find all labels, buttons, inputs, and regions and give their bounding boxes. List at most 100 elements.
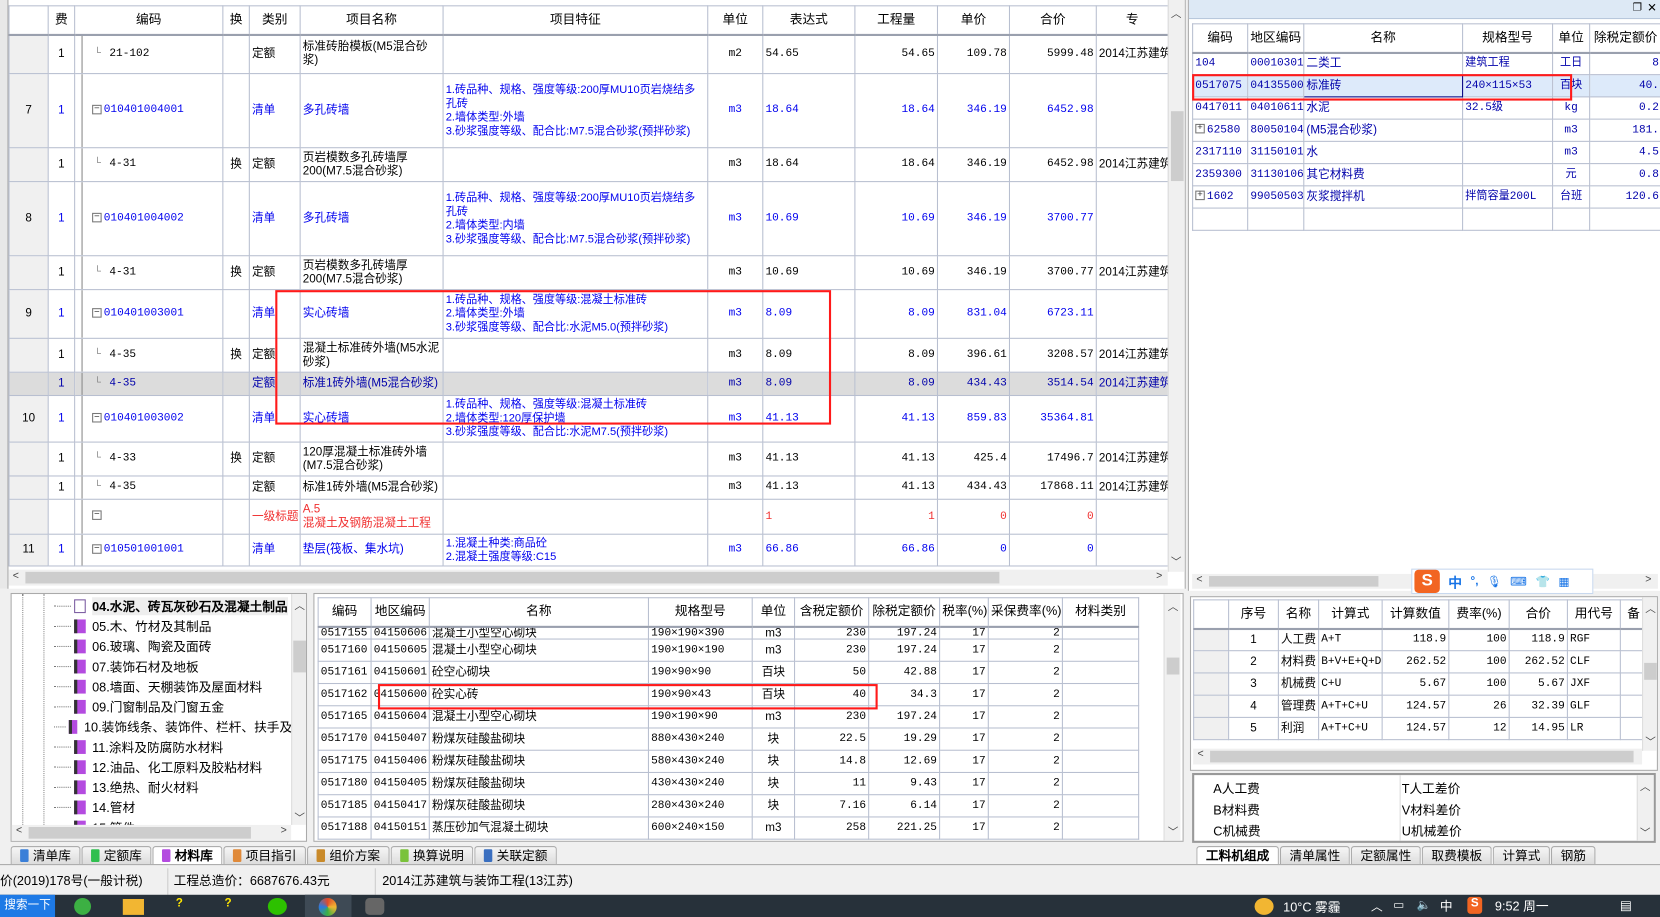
material-cell[interactable]: 17: [939, 682, 989, 707]
material-category[interactable]: 15.管件: [54, 817, 292, 825]
composition-cell-price[interactable]: 4.5: [1589, 140, 1660, 165]
fee-cell[interactable]: [1193, 672, 1230, 696]
restore-icon[interactable]: ❐: [1633, 2, 1642, 14]
material-category[interactable]: 07.装饰石材及地板: [53, 657, 292, 677]
bill-cell-huan[interactable]: 换: [222, 337, 250, 373]
bill-column-header[interactable]: 工程量: [854, 5, 939, 36]
fee-column-header[interactable]: 合价: [1508, 599, 1568, 630]
bill-cell-fee[interactable]: 1: [47, 337, 76, 373]
fee-cell[interactable]: [1193, 694, 1230, 718]
bill-column-header[interactable]: 换: [222, 5, 250, 36]
material-column-header[interactable]: 单位: [751, 597, 796, 628]
ime-punct-toggle[interactable]: °,: [1471, 575, 1479, 588]
collapse-icon[interactable]: −: [92, 104, 102, 115]
detail-tab[interactable]: 定额属性: [1350, 846, 1421, 865]
bill-cell-total[interactable]: 5999.48: [1008, 33, 1097, 75]
composition-cell-name[interactable]: 灰浆搅拌机: [1303, 185, 1464, 209]
composition-cell-spec[interactable]: 建筑工程: [1462, 51, 1554, 76]
bill-cell-huan[interactable]: 换: [222, 147, 250, 183]
bill-cell-total[interactable]: 6723.11: [1008, 289, 1097, 339]
bill-cell-huan[interactable]: [222, 394, 250, 443]
material-cell[interactable]: 04150606: [370, 625, 430, 640]
composition-row[interactable]: +62580 80050104 (M5混合砂浆) m3 181.: [1192, 118, 1660, 142]
bill-row[interactable]: − 一级标题 A.5 混凝土及钢筋混凝土工程 1 1 0 0: [8, 498, 1169, 535]
bill-cell-fee[interactable]: [47, 498, 76, 535]
material-cell[interactable]: 6.14: [868, 794, 941, 818]
bill-cell-no[interactable]: [8, 371, 49, 397]
material-cell[interactable]: 混凝土小型空心砌块: [428, 625, 649, 640]
library-tab[interactable]: 清单库: [10, 846, 81, 865]
material-cell[interactable]: 197.24: [868, 638, 941, 662]
fee-cell[interactable]: [1193, 627, 1230, 652]
ime-toolbar[interactable]: S 中 °, 🎙 ⌨ 👕 ▦: [1411, 568, 1594, 595]
bill-cell-qty[interactable]: 18.64: [854, 73, 939, 149]
fee-cell[interactable]: 32.39: [1508, 694, 1568, 718]
composition-cell-spec[interactable]: 拌筒容量200L: [1462, 185, 1554, 209]
material-cell[interactable]: 04150151: [370, 816, 430, 840]
bill-cell-total[interactable]: 17496.7: [1008, 441, 1097, 477]
material-cell[interactable]: 190×90×90: [647, 660, 753, 685]
collapse-icon[interactable]: −: [92, 412, 102, 423]
material-category[interactable]: 04.水泥、砖瓦灰砂石及混凝土制品: [53, 596, 292, 616]
material-cell[interactable]: 190×190×190: [647, 638, 753, 662]
fee-cell[interactable]: GLF: [1566, 694, 1621, 718]
bill-cell-unit[interactable]: m3: [707, 394, 764, 443]
bill-cell-type[interactable]: 清单: [248, 73, 301, 149]
bill-cell-name[interactable]: 垫层(筏板、集水坑): [299, 533, 444, 567]
material-cell[interactable]: 9.43: [868, 771, 941, 796]
bill-cell-expr[interactable]: 66.86: [762, 533, 856, 567]
bill-cell-fee[interactable]: 1: [47, 289, 76, 339]
material-category[interactable]: 14.管材: [53, 797, 292, 817]
bill-cell-expr[interactable]: 8.09: [762, 371, 856, 397]
weather-text[interactable]: 10°C 雾霾: [1283, 898, 1340, 916]
bill-cell-code[interactable]: −010501001001: [74, 533, 224, 567]
material-cell[interactable]: 蒸压砂加气混凝土砌块: [428, 816, 649, 840]
bill-column-header[interactable]: 类别: [248, 5, 301, 36]
material-cell[interactable]: 7.16: [794, 794, 870, 818]
material-category[interactable]: 09.门窗制品及门窗五金: [53, 697, 292, 717]
bill-row[interactable]: 8 1−010401004002 清单 多孔砖墙 1.砖品种、规格、强度等级:200厚M…: [8, 181, 1169, 257]
material-cell[interactable]: 17: [939, 638, 989, 662]
bill-cell-qty[interactable]: 54.65: [854, 33, 939, 75]
sogou-tray-icon[interactable]: S: [1467, 896, 1483, 914]
bill-cell-qty[interactable]: 10.69: [854, 181, 939, 257]
material-cell[interactable]: 258: [794, 816, 870, 840]
material-cell[interactable]: 砼空心砌块: [428, 660, 649, 685]
material-cell[interactable]: 17: [939, 660, 989, 685]
composition-cell-area[interactable]: 31150101: [1247, 140, 1305, 165]
fee-cell[interactable]: RGF: [1566, 627, 1621, 652]
bill-cell-fee[interactable]: 1: [47, 255, 76, 291]
material-row[interactable]: 0517165 04150604 混凝土小型空心砌块 190×190×90 m3 230 1…: [317, 705, 1140, 729]
bill-cell-unit[interactable]: [707, 498, 764, 535]
bill-cell-name[interactable]: 页岩模数多孔砖墙厚200(M7.5混合砂浆): [299, 255, 444, 291]
bill-cell-no[interactable]: 10: [8, 394, 49, 443]
bill-cell-code[interactable]: └ 4-35: [74, 475, 224, 500]
bill-cell-price[interactable]: 109.78: [936, 33, 1010, 75]
composition-cell-unit[interactable]: m3: [1552, 140, 1591, 165]
material-category[interactable]: 08.墙面、天棚装饰及屋面材料: [53, 677, 292, 697]
material-cell[interactable]: 04150601: [370, 660, 430, 685]
bill-row[interactable]: 9 1−010401003001 清单 实心砖墙 1.砖品种、规格、强度等级:混凝土标准…: [8, 289, 1169, 339]
bill-cell-feature[interactable]: [442, 475, 709, 500]
material-cell[interactable]: 2: [987, 682, 1063, 707]
bill-cell-spec[interactable]: 2014江苏建筑: [1095, 255, 1169, 291]
material-cell[interactable]: 混凝土小型空心砌块: [428, 638, 649, 662]
material-cell[interactable]: 17: [939, 816, 989, 840]
bill-cell-fee[interactable]: 1: [47, 533, 76, 567]
bill-column-header[interactable]: 费: [47, 5, 76, 36]
composition-cell-area[interactable]: 04010611: [1247, 96, 1305, 120]
library-tab[interactable]: 组价方案: [307, 846, 390, 865]
material-category[interactable]: 10.装饰线条、装饰件、栏杆、扶手及: [53, 717, 292, 737]
bill-cell-no[interactable]: [8, 441, 49, 477]
fee-row[interactable]: 3 机械费 C+U 5.67 100 5.67 JXF: [1193, 672, 1648, 696]
bill-cell-spec[interactable]: [1095, 181, 1169, 257]
bill-cell-spec[interactable]: 2014江苏建筑: [1095, 441, 1169, 477]
detail-tab[interactable]: 清单属性: [1279, 846, 1350, 865]
bill-cell-expr[interactable]: 41.13: [762, 475, 856, 500]
bill-cell-fee[interactable]: 1: [47, 73, 76, 149]
bill-cell-code[interactable]: −010401004002: [74, 181, 224, 257]
bill-column-header[interactable]: [8, 5, 49, 36]
bill-cell-feature[interactable]: 1.砖品种、规格、强度等级:混凝土标准砖 2.墙体类型:120厚保护墙 3.砂浆…: [442, 394, 709, 443]
bill-cell-total[interactable]: 0: [1008, 498, 1097, 535]
close-icon[interactable]: ✕: [1647, 1, 1657, 15]
